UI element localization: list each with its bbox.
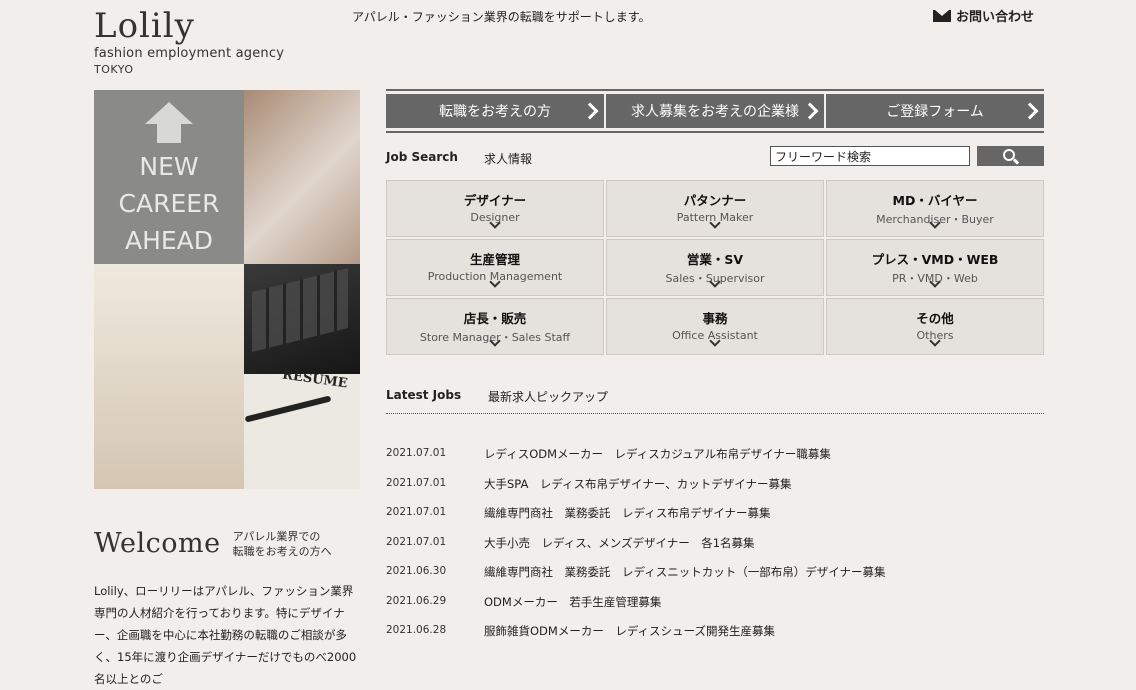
job-item[interactable]: 2021.06.29 ODMメーカー 若手生産管理募集: [386, 592, 1044, 622]
search-button[interactable]: [977, 146, 1044, 166]
nav-label: ご登録フォーム: [886, 104, 984, 120]
welcome-subtitle-line: アパレル業界での: [232, 529, 321, 543]
job-date: 2021.07.01: [386, 447, 447, 459]
category-office-assistant[interactable]: 事務 Office Assistant: [606, 298, 824, 355]
category-title: その他: [916, 311, 954, 326]
job-title: 繊維専門商社 業務委託 レディス布帛デザイナー募集: [484, 506, 771, 520]
job-item[interactable]: 2021.07.01 レディスODMメーカー レディスカジュアル布帛デザイナー職…: [386, 444, 1044, 474]
category-title: 営業・SV: [686, 252, 744, 267]
welcome-subtitle-line: 転職をお考えの方へ: [232, 544, 332, 558]
job-search-bar: Job Search 求人情報: [386, 146, 1044, 168]
job-info-label: 求人情報: [484, 152, 533, 166]
job-date: 2021.06.28: [386, 624, 447, 636]
hero-line: CAREER: [118, 189, 220, 218]
category-title: 事務: [702, 311, 728, 326]
chevron-right-icon: [1021, 102, 1039, 120]
welcome-title: Welcome: [94, 528, 221, 559]
chevron-right-icon: [581, 102, 599, 120]
category-title: 店長・販売: [463, 311, 527, 326]
job-date: 2021.07.01: [386, 476, 447, 489]
job-item[interactable]: 2021.07.01 大手小売 レディス、メンズデザイナー 各1名募集: [386, 533, 1044, 563]
hero-panel-sketch: [244, 90, 360, 264]
nav-registration[interactable]: ご登録フォーム: [826, 94, 1044, 128]
job-date: 2021.06.30: [386, 565, 447, 577]
job-title: 大手SPA レディス布帛デザイナー、カットデザイナー募集: [484, 476, 792, 491]
category-production[interactable]: 生産管理 Production Management: [386, 239, 604, 296]
job-item[interactable]: 2021.06.30 繊維専門商社 業務委託 レディスニットカット（一部布帛）デ…: [386, 562, 1044, 592]
search-input[interactable]: [770, 146, 970, 166]
latest-jobs-header: Latest Jobs 最新求人ピックアップ: [386, 386, 1044, 414]
category-others[interactable]: その他 Others: [826, 298, 1044, 355]
chevron-right-icon: [801, 102, 819, 120]
mail-icon: [933, 9, 951, 22]
hero-line: NEW: [139, 152, 199, 181]
job-title: ODMメーカー 若手生産管理募集: [484, 594, 662, 609]
welcome-subtitle: アパレル業界での 転職をお考えの方へ: [233, 529, 332, 559]
category-title: プレス・VMD・WEB: [871, 252, 999, 267]
nav-label: 転職をお考えの方: [439, 104, 551, 120]
site-logo[interactable]: Lolily fashion employment agency TOKYO: [94, 8, 284, 76]
hero-line: AHEAD: [124, 226, 214, 255]
job-title: 繊維専門商社 業務委託 レディスニットカット（一部布帛）デザイナー募集: [484, 565, 886, 579]
job-title: レディスODMメーカー レディスカジュアル布帛デザイナー職募集: [484, 447, 831, 461]
job-date: 2021.07.01: [386, 506, 447, 518]
job-title: 大手小売 レディス、メンズデザイナー 各1名募集: [484, 535, 755, 550]
job-title: 服飾雑貨ODMメーカー レディスシューズ開発生産募集: [484, 624, 775, 638]
category-title: MD・バイヤー: [892, 193, 978, 208]
welcome-intro: Lolily、ローリリーはアパレル、ファッション業界専門の人材紹介を行っておりま…: [94, 584, 357, 686]
job-date: 2021.07.01: [386, 535, 447, 548]
contact-label: お問い合わせ: [956, 10, 1035, 25]
category-pattern-maker[interactable]: パタンナー Pattern Maker: [606, 180, 824, 237]
hero-image: NEW CAREER AHEAD RESUME: [94, 90, 360, 489]
hero-panel-patterns: [94, 264, 244, 489]
job-search-label: Job Search: [386, 150, 458, 164]
job-item[interactable]: 2021.07.01 繊維専門商社 業務委託 レディス布帛デザイナー募集: [386, 503, 1044, 533]
category-title: パタンナー: [683, 193, 747, 208]
nav-job-seekers[interactable]: 転職をお考えの方: [386, 94, 604, 128]
category-title: 生産管理: [469, 252, 520, 267]
job-item[interactable]: 2021.06.28 服飾雑貨ODMメーカー レディスシューズ開発生産募集: [386, 621, 1044, 651]
hero-panel-resume: [244, 374, 360, 489]
brand-subtitle: fashion employment agency: [94, 46, 285, 61]
site-tagline: アパレル・ファッション業界の転職をサポートします。: [352, 10, 651, 24]
brand-city: TOKYO: [94, 63, 134, 76]
latest-jobs-subtitle: 最新求人ピックアップ: [488, 390, 609, 404]
nav-companies[interactable]: 求人募集をお考えの企業様: [606, 94, 824, 128]
category-sales-sv[interactable]: 営業・SV Sales・Supervisor: [606, 239, 824, 296]
category-md-buyer[interactable]: MD・バイヤー Merchandiser・Buyer: [826, 180, 1044, 237]
hero-text: NEW CAREER AHEAD: [94, 148, 244, 259]
up-arrow-icon: [145, 102, 193, 124]
brand-name: Lolily: [94, 6, 195, 46]
category-store-manager[interactable]: 店長・販売 Store Manager・Sales Staff: [386, 298, 604, 355]
latest-jobs-label: Latest Jobs: [386, 388, 462, 402]
job-date: 2021.06.29: [386, 594, 447, 607]
main-nav: 転職をお考えの方 求人募集をお考えの企業様 ご登録フォーム: [386, 89, 1044, 133]
category-title: デザイナー: [463, 193, 527, 208]
category-grid: デザイナー Designer パタンナー Pattern Maker MD・バイ…: [386, 180, 1044, 355]
latest-jobs-list: 2021.07.01 レディスODMメーカー レディスカジュアル布帛デザイナー職…: [386, 444, 1044, 651]
category-designer[interactable]: デザイナー Designer: [386, 180, 604, 237]
category-press-vmd-web[interactable]: プレス・VMD・WEB PR・VMD・Web: [826, 239, 1044, 296]
search-icon: [1003, 149, 1015, 161]
up-arrow-stem: [157, 123, 181, 143]
job-item[interactable]: 2021.07.01 大手SPA レディス布帛デザイナー、カットデザイナー募集: [386, 474, 1044, 504]
welcome-heading: Welcome アパレル業界での 転職をお考えの方へ: [94, 528, 332, 559]
contact-link[interactable]: お問い合わせ: [933, 6, 1034, 25]
nav-label: 求人募集をお考えの企業様: [631, 104, 799, 120]
